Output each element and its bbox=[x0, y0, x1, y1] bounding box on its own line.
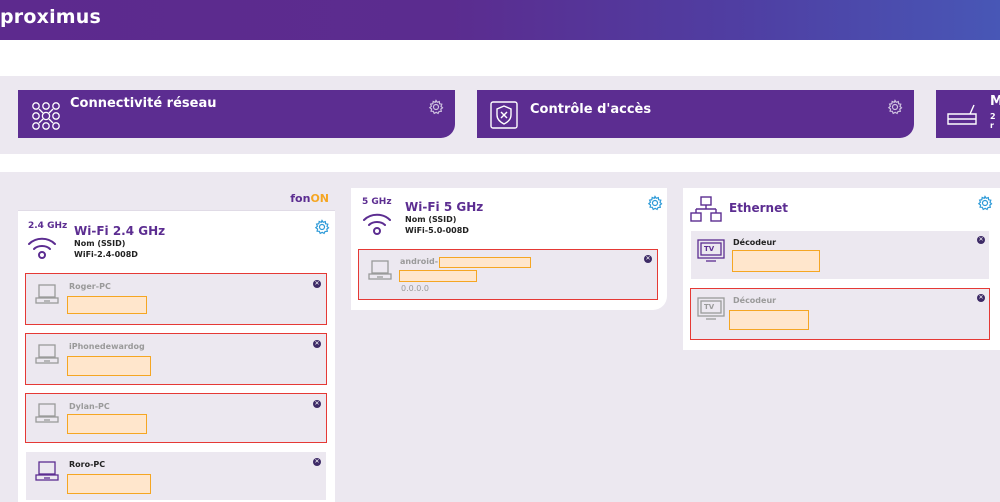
band-label: 5 GHz bbox=[362, 197, 392, 207]
wifi-icon bbox=[361, 208, 393, 242]
tile-title: Connectivité réseau bbox=[70, 96, 217, 111]
gear-icon[interactable] bbox=[314, 219, 330, 239]
close-icon[interactable]: ✕ bbox=[313, 458, 321, 466]
card-title: Wi-Fi 5 GHz bbox=[405, 200, 484, 214]
tile-modem[interactable]: M 2 r bbox=[936, 90, 1000, 138]
device-name: Décodeur bbox=[733, 238, 777, 247]
wifi-icon bbox=[26, 232, 58, 266]
ssid-label: Nom (SSID) bbox=[405, 215, 457, 224]
tile-title: Contrôle d'accès bbox=[530, 102, 652, 117]
close-icon[interactable]: ✕ bbox=[313, 280, 321, 288]
redacted-info bbox=[729, 310, 809, 330]
card-wifi-24: fonON 2.4 GHz Wi-Fi 2.4 GHz Nom (SSID) W… bbox=[18, 188, 335, 502]
device-name: Dylan-PC bbox=[69, 402, 110, 411]
ssid-label: Nom (SSID) bbox=[74, 239, 126, 248]
gear-icon[interactable] bbox=[977, 195, 993, 215]
tv-icon bbox=[696, 296, 726, 326]
device-name: Roger-PC bbox=[69, 282, 111, 291]
card-wifi-5: 5 GHz Wi-Fi 5 GHz Nom (SSID) WiFi-5.0-00… bbox=[351, 188, 667, 310]
close-icon[interactable]: ✕ bbox=[313, 400, 321, 408]
tile-access-control[interactable]: Contrôle d'accès bbox=[477, 90, 914, 138]
gear-icon[interactable] bbox=[647, 195, 663, 215]
device-name: Décodeur bbox=[733, 296, 777, 305]
ip-address: 0.0.0.0 bbox=[401, 284, 429, 293]
list-item[interactable]: Roger-PC ✕ bbox=[25, 273, 327, 325]
list-item[interactable]: iPhonedewardog ✕ bbox=[25, 333, 327, 385]
card-title: Ethernet bbox=[729, 201, 788, 215]
card-title: Wi-Fi 2.4 GHz bbox=[74, 224, 166, 238]
close-icon[interactable]: ✕ bbox=[977, 294, 985, 302]
redacted-info bbox=[67, 356, 151, 376]
tile-subtitle: 2 r bbox=[990, 112, 996, 130]
proximus-logo[interactable]: proximus bbox=[0, 6, 101, 28]
list-item[interactable]: android- 0.0.0.0 ✕ bbox=[358, 249, 658, 300]
gear-icon[interactable] bbox=[428, 99, 444, 119]
device-name: android- bbox=[400, 257, 439, 266]
router-icon bbox=[946, 102, 980, 132]
list-item[interactable]: Roro-PC ✕ bbox=[26, 452, 326, 500]
redacted-info bbox=[399, 270, 477, 282]
tile-network-connectivity[interactable]: Connectivité réseau bbox=[18, 90, 455, 138]
fon-badge[interactable]: fonON bbox=[290, 192, 329, 205]
shield-icon bbox=[489, 100, 519, 134]
top-header: proximus bbox=[0, 0, 1000, 40]
list-item[interactable]: Dylan-PC ✕ bbox=[25, 393, 327, 443]
tv-icon-label: TV bbox=[704, 303, 715, 311]
ssid-value: WiFi-5.0-008D bbox=[405, 226, 469, 235]
ssid-value: WiFi-2.4-008D bbox=[74, 250, 138, 259]
ethernet-icon bbox=[690, 195, 722, 227]
card-ethernet: Ethernet TV Décodeur ✕ TV Décodeur ✕ bbox=[683, 188, 1000, 350]
laptop-icon bbox=[34, 283, 60, 311]
tv-icon-label: TV bbox=[704, 245, 715, 253]
tv-icon bbox=[696, 238, 726, 268]
device-name: iPhonedewardog bbox=[69, 342, 145, 351]
gear-icon[interactable] bbox=[887, 99, 903, 119]
redacted-info bbox=[732, 250, 820, 272]
laptop-icon bbox=[34, 343, 60, 371]
redacted-info bbox=[439, 257, 531, 268]
laptop-icon bbox=[367, 259, 393, 287]
network-icon bbox=[30, 100, 62, 134]
redacted-info bbox=[67, 414, 147, 434]
list-item[interactable]: TV Décodeur ✕ bbox=[690, 288, 990, 340]
fon-bar: fonON bbox=[18, 188, 335, 211]
close-icon[interactable]: ✕ bbox=[644, 255, 652, 263]
redacted-info bbox=[67, 296, 147, 314]
device-name: Roro-PC bbox=[69, 460, 106, 469]
laptop-icon bbox=[34, 460, 60, 488]
redacted-info bbox=[67, 474, 151, 494]
close-icon[interactable]: ✕ bbox=[313, 340, 321, 348]
laptop-icon bbox=[34, 402, 60, 430]
list-item[interactable]: TV Décodeur ✕ bbox=[691, 231, 989, 279]
band-label: 2.4 GHz bbox=[28, 221, 68, 231]
tile-title: M bbox=[990, 94, 1000, 109]
close-icon[interactable]: ✕ bbox=[977, 236, 985, 244]
